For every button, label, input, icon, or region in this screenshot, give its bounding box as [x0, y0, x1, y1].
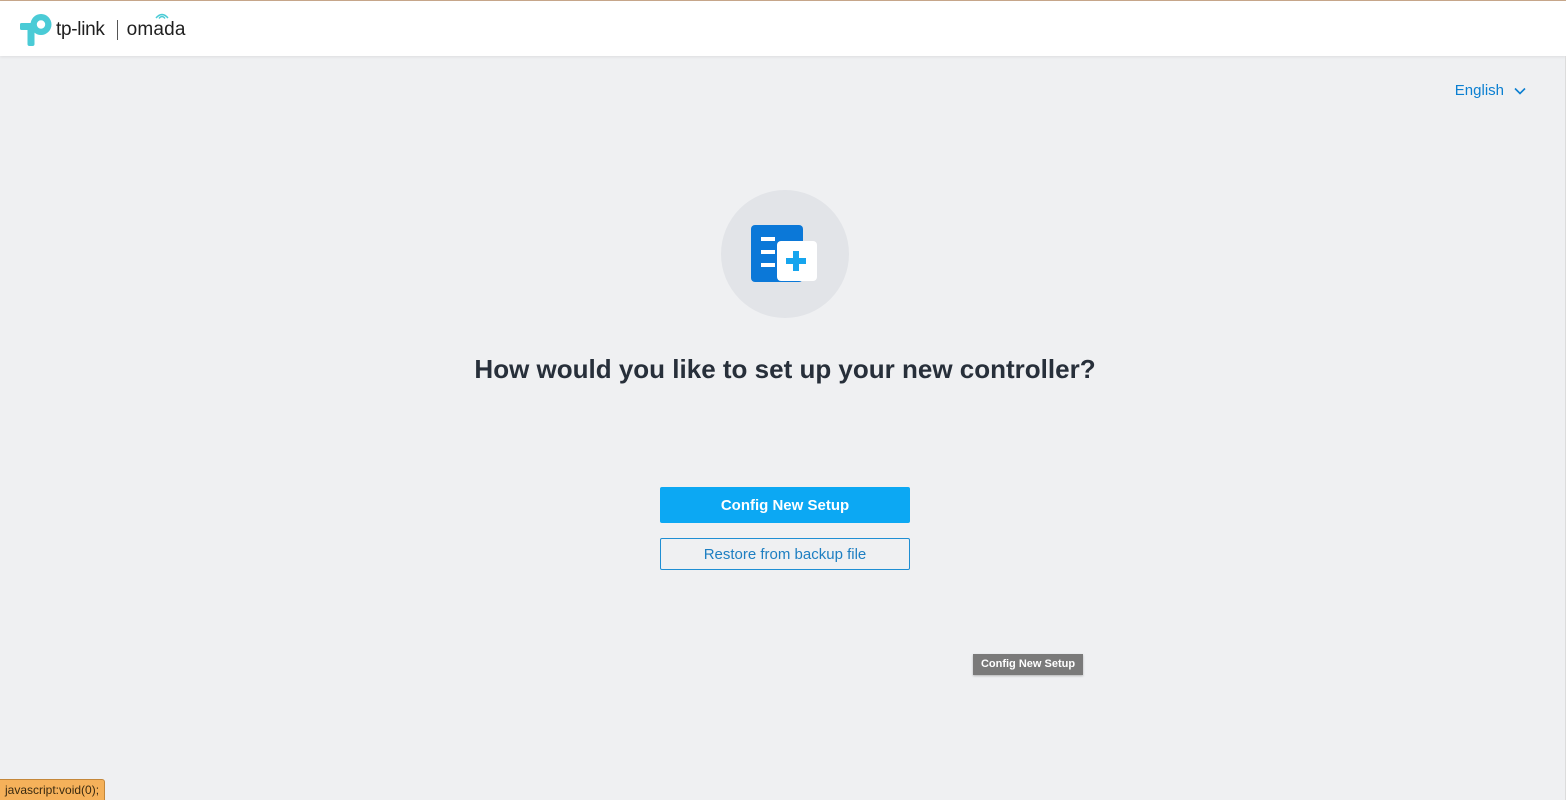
tp-link-logo-icon: [20, 14, 52, 46]
logo-divider: [116, 20, 118, 40]
config-new-setup-button[interactable]: Config New Setup: [660, 487, 910, 523]
omada-wifi-icon: [155, 13, 169, 19]
setup-illustration: [721, 190, 849, 318]
new-document-plus-icon: [751, 225, 817, 282]
tooltip: Config New Setup: [973, 654, 1083, 675]
browser-status-bar: javascript:void(0);: [0, 779, 106, 800]
chevron-down-icon: [1514, 87, 1526, 95]
omada-wordmark-wrap: omada: [126, 13, 186, 41]
omada-wordmark: omada: [126, 19, 186, 40]
language-selector[interactable]: English: [1455, 82, 1526, 99]
language-selected-label: English: [1454, 82, 1504, 99]
tp-link-omada-logo: tp-link omada: [19, 13, 186, 47]
top-header: tp-link omada: [0, 1, 1566, 56]
restore-from-backup-button[interactable]: Restore from backup file: [660, 538, 910, 570]
tp-link-wordmark: tp-link: [56, 19, 105, 40]
setup-question-title: How would you like to set up your new co…: [474, 354, 1096, 384]
